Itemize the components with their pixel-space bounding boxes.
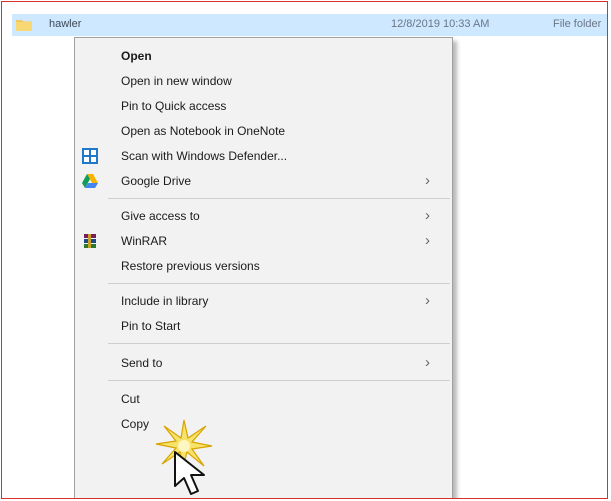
submenu-arrow-icon: ›: [425, 354, 430, 371]
menu-item-cut[interactable]: Cut: [75, 387, 452, 411]
menu-item-label: Include in library: [121, 294, 209, 308]
menu-item-label: Pin to Quick access: [121, 99, 227, 113]
google-drive-icon: [82, 174, 98, 188]
menu-item-label: WinRAR: [121, 234, 168, 248]
menu-item-label: Scan with Windows Defender...: [121, 149, 288, 163]
menu-item-scan-defender[interactable]: Scan with Windows Defender...: [75, 144, 452, 168]
menu-item-open-new-window[interactable]: Open in new window: [75, 69, 452, 93]
menu-item-pin-start[interactable]: Pin to Start: [75, 314, 452, 338]
menu-item-open[interactable]: Open: [75, 44, 452, 68]
menu-item-label: Give access to: [121, 209, 200, 223]
menu-item-label: Send to: [121, 356, 163, 370]
menu-separator: [108, 198, 450, 199]
submenu-arrow-icon: ›: [425, 207, 430, 224]
menu-separator: [108, 380, 450, 381]
menu-item-label: Restore previous versions: [121, 259, 260, 273]
menu-item-pin-quick-access[interactable]: Pin to Quick access: [75, 94, 452, 118]
folder-name: hawler: [49, 18, 82, 30]
menu-item-winrar[interactable]: WinRAR ›: [75, 229, 452, 253]
windows-defender-icon: [82, 148, 98, 164]
menu-item-open-onenote[interactable]: Open as Notebook in OneNote: [75, 119, 452, 143]
folder-row-hawler[interactable]: hawler 12/8/2019 10:33 AM File folder: [12, 14, 607, 36]
menu-item-label: Pin to Start: [121, 319, 181, 333]
menu-item-label: Cut: [121, 392, 140, 406]
folder-type: File folder: [553, 18, 602, 30]
menu-separator: [108, 343, 450, 344]
folder-date-modified: 12/8/2019 10:33 AM: [391, 18, 490, 30]
menu-item-label: Copy: [121, 417, 150, 431]
menu-item-restore-versions[interactable]: Restore previous versions: [75, 254, 452, 278]
folder-icon: [16, 20, 32, 31]
submenu-arrow-icon: ›: [425, 172, 430, 189]
menu-item-label: Google Drive: [121, 174, 192, 188]
submenu-arrow-icon: ›: [425, 232, 430, 249]
menu-item-give-access[interactable]: Give access to ›: [75, 204, 452, 228]
mouse-cursor-icon: [174, 451, 205, 495]
menu-item-label: Open as Notebook in OneNote: [121, 124, 286, 138]
winrar-icon: [84, 234, 96, 248]
submenu-arrow-icon: ›: [425, 292, 430, 309]
explorer-window: hawler 12/8/2019 10:33 AM File folder Op…: [1, 1, 608, 499]
context-menu: Open Open in new window Pin to Quick acc…: [74, 37, 453, 498]
menu-separator: [108, 283, 450, 284]
menu-item-label: Open: [121, 49, 152, 63]
menu-item-google-drive[interactable]: Google Drive ›: [75, 169, 452, 193]
menu-item-label: Open in new window: [121, 74, 232, 88]
menu-item-send-to[interactable]: Send to ›: [75, 351, 452, 375]
menu-item-copy[interactable]: Copy: [75, 412, 452, 436]
menu-item-include-library[interactable]: Include in library ›: [75, 289, 452, 313]
